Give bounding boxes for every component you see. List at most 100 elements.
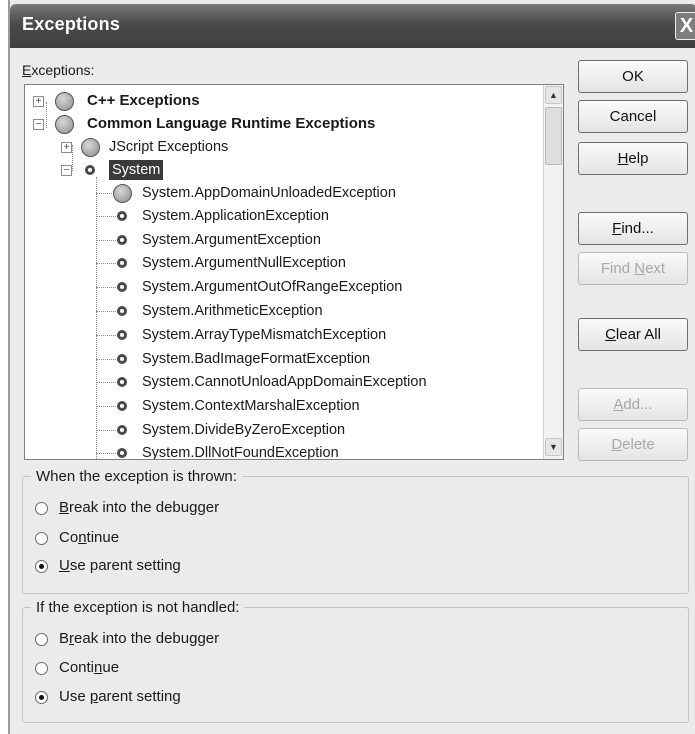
- exception-state-icon: [117, 211, 127, 221]
- radio-label: Continue: [59, 659, 119, 676]
- exceptions-dialog: Exceptions X Exceptions: + C++ Exception…: [8, 0, 695, 734]
- radio-label: Use parent setting: [59, 688, 181, 705]
- tree-item-label: JScript Exceptions: [109, 139, 229, 155]
- radio-label-rest: arent setting: [98, 688, 181, 705]
- collapse-icon[interactable]: −: [61, 165, 72, 176]
- tree-item-exception[interactable]: System.ArgumentNullException: [25, 253, 525, 275]
- radio-icon[interactable]: [35, 560, 48, 573]
- close-icon[interactable]: X: [675, 12, 695, 40]
- tree-line: [96, 359, 118, 360]
- radio-label-pre: Conti: [59, 659, 95, 676]
- exceptions-tree[interactable]: + C++ Exceptions − Common Language Runti…: [24, 84, 564, 460]
- thrown-group-title: When the exception is thrown:: [31, 468, 242, 485]
- scroll-down-icon[interactable]: ▼: [545, 438, 562, 456]
- radio-label-rest: tinue: [86, 529, 120, 546]
- add-button[interactable]: Add...: [578, 388, 688, 421]
- tree-item-label: System.CannotUnloadAppDomainException: [142, 374, 427, 390]
- radio-icon[interactable]: [35, 502, 48, 515]
- tree-item-cpp-exceptions[interactable]: + C++ Exceptions: [25, 91, 525, 113]
- scroll-up-icon[interactable]: ▲: [545, 86, 562, 104]
- collapse-icon[interactable]: −: [33, 119, 44, 130]
- exception-state-icon: [113, 184, 132, 203]
- tree-line: [96, 263, 118, 264]
- find-button-u: F: [612, 220, 622, 237]
- tree-item-label: System.AppDomainUnloadedException: [142, 185, 396, 201]
- radio-label-pre: Co: [59, 529, 79, 546]
- tree-item-clr-exceptions[interactable]: − Common Language Runtime Exceptions: [25, 114, 525, 136]
- scroll-thumb[interactable]: [545, 107, 562, 165]
- tree-line: [96, 406, 118, 407]
- help-button-rest: elp: [628, 150, 649, 167]
- exception-state-icon: [117, 354, 127, 364]
- radio-label-u: U: [59, 557, 70, 574]
- tree-item-exception[interactable]: System.ArgumentException: [25, 230, 525, 252]
- tree-item-label: System.ArgumentOutOfRangeException: [142, 279, 403, 295]
- tree-item-exception[interactable]: System.ContextMarshalException: [25, 396, 525, 418]
- tree-line: [96, 430, 118, 431]
- tree-item-exception[interactable]: System.CannotUnloadAppDomainException: [25, 372, 525, 394]
- expand-icon[interactable]: +: [61, 142, 72, 153]
- radio-label-rest: ue: [102, 659, 120, 676]
- clear-all-u: C: [605, 326, 616, 343]
- title-bar: Exceptions X: [10, 4, 695, 48]
- tree-line: [96, 216, 118, 217]
- help-button[interactable]: Help: [578, 142, 688, 175]
- exception-state-icon: [81, 138, 100, 157]
- radio-icon[interactable]: [35, 691, 48, 704]
- tree-item-exception[interactable]: System.ArithmeticException: [25, 301, 525, 323]
- cancel-button[interactable]: Cancel: [578, 100, 688, 133]
- tree-item-label: System.ArrayTypeMismatchException: [142, 327, 387, 343]
- exceptions-label-u: E: [22, 62, 32, 78]
- radio-label: Break into the debugger: [59, 630, 219, 647]
- tree-line: [96, 240, 118, 241]
- tree-line: [96, 382, 118, 383]
- ok-button[interactable]: OK: [578, 60, 688, 93]
- delete-button-u: D: [611, 436, 623, 453]
- expand-icon[interactable]: +: [33, 96, 44, 107]
- exception-state-icon: [85, 165, 95, 175]
- tree-item-label: C++ Exceptions: [87, 92, 200, 109]
- exception-state-icon: [117, 401, 127, 411]
- radio-icon[interactable]: [35, 532, 48, 545]
- find-button[interactable]: Find...: [578, 212, 688, 245]
- tree-item-system[interactable]: − System: [25, 160, 525, 182]
- radio-label: Continue: [59, 529, 119, 546]
- tree-line: [96, 193, 114, 194]
- tree-item-label: System.ArithmeticException: [142, 303, 323, 319]
- tree-line: [96, 311, 118, 312]
- tree-item-exception[interactable]: System.AppDomainUnloadedException: [25, 183, 525, 205]
- exception-state-icon: [55, 115, 74, 134]
- unhandled-group: If the exception is not handled: Break i…: [22, 599, 689, 723]
- radio-label-pre: Use: [59, 688, 90, 705]
- radio-label-rest: eak into the debugger: [74, 630, 220, 647]
- tree-item-jscript-exceptions[interactable]: + JScript Exceptions: [25, 137, 525, 159]
- radio-icon[interactable]: [35, 662, 48, 675]
- radio-label-u: p: [89, 688, 99, 705]
- radio-label-u: n: [78, 529, 87, 546]
- tree-item-exception[interactable]: System.BadImageFormatException: [25, 349, 525, 371]
- tree-item-label: System.ApplicationException: [142, 208, 329, 224]
- tree-item-exception[interactable]: System.DllNotFoundException: [25, 443, 525, 459]
- exceptions-label: Exceptions:: [22, 62, 94, 78]
- find-next-button[interactable]: Find Next: [578, 252, 688, 285]
- help-button-u: H: [617, 150, 629, 167]
- radio-label: Break into the debugger: [59, 499, 219, 516]
- clear-all-button[interactable]: Clear All: [578, 318, 688, 351]
- tree-item-exception[interactable]: System.ApplicationException: [25, 206, 525, 228]
- exception-state-icon: [117, 258, 127, 268]
- exception-state-icon: [117, 425, 127, 435]
- find-next-pre: Find: [600, 260, 635, 277]
- clear-all-rest: lear All: [615, 326, 661, 343]
- tree-item-exception[interactable]: System.ArrayTypeMismatchException: [25, 325, 525, 347]
- find-button-rest: ind...: [621, 220, 654, 237]
- radio-label-pre: B: [59, 630, 70, 647]
- radio-icon[interactable]: [35, 633, 48, 646]
- tree-item-exception[interactable]: System.DivideByZeroException: [25, 420, 525, 442]
- tree-scrollbar[interactable]: ▲ ▼: [543, 85, 563, 459]
- tree-item-exception[interactable]: System.ArgumentOutOfRangeException: [25, 277, 525, 299]
- window-title: Exceptions: [22, 14, 121, 34]
- tree-item-label: System: [109, 160, 164, 180]
- tree-item-label: System.ContextMarshalException: [142, 398, 360, 414]
- delete-button[interactable]: Delete: [578, 428, 688, 461]
- tree-item-label: Common Language Runtime Exceptions: [87, 115, 376, 132]
